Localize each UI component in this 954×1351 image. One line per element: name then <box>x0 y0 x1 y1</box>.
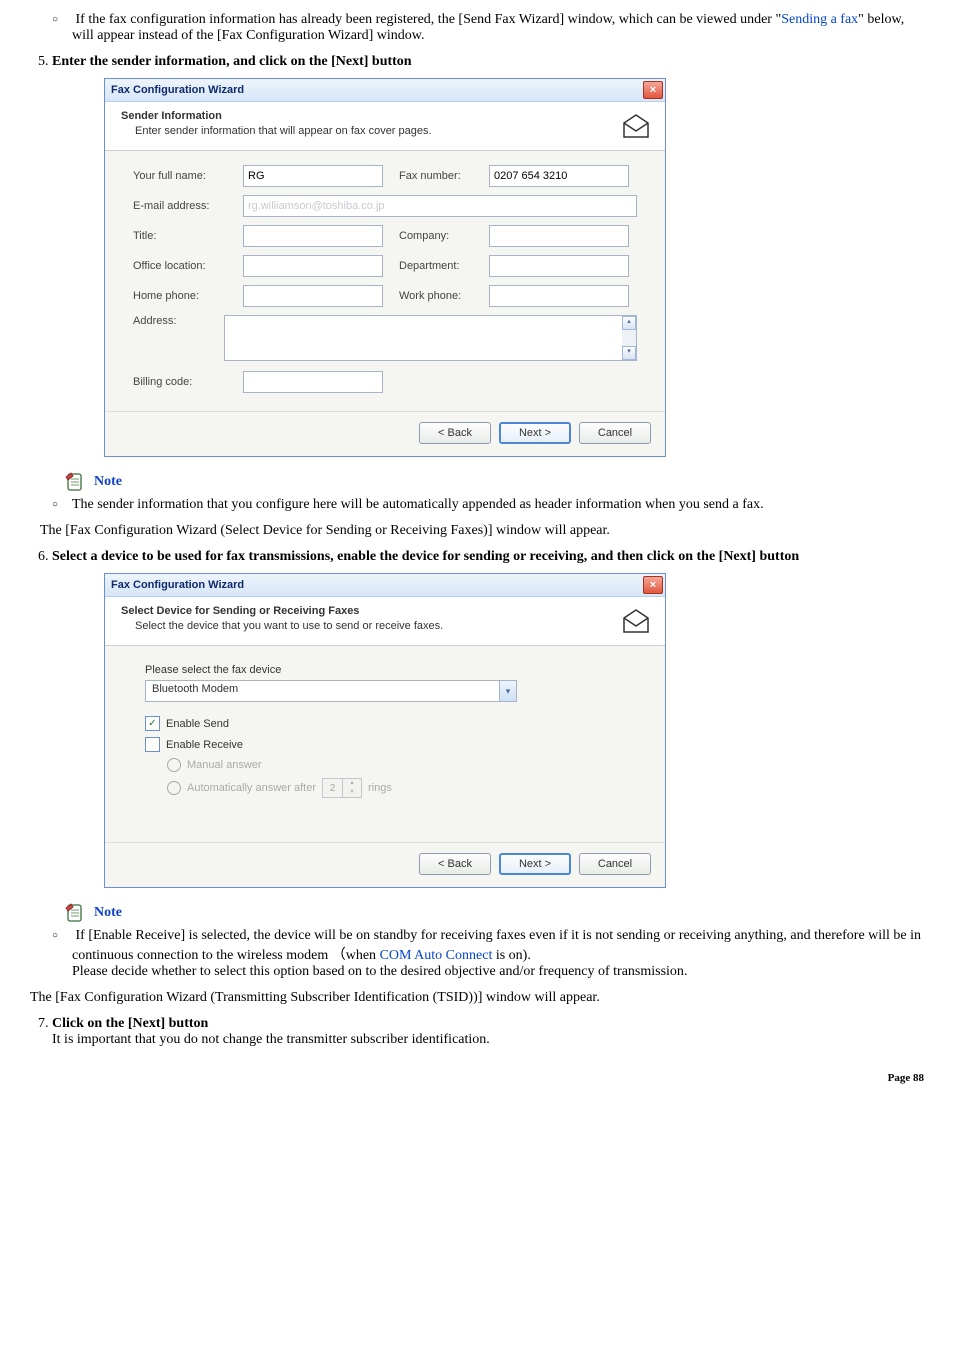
step-6-title: Select a device to be used for fax trans… <box>52 549 799 564</box>
window-title: Fax Configuration Wizard <box>111 84 244 96</box>
label-please-select: Please select the fax device <box>145 664 625 676</box>
scroll-down-icon[interactable]: ▾ <box>622 346 636 360</box>
scroll-up-icon[interactable]: ▴ <box>622 316 636 330</box>
homephone-field[interactable] <box>243 285 383 307</box>
faxnumber-field[interactable] <box>489 165 629 187</box>
note-label: Note <box>94 474 122 490</box>
label-email: E-mail address: <box>133 200 237 212</box>
step-7-title: Click on the [Next] button <box>52 1016 208 1031</box>
enable-send-label: Enable Send <box>166 718 229 730</box>
step-5: Enter the sender information, and click … <box>52 54 924 457</box>
com-auto-connect-link[interactable]: COM Auto Connect <box>380 948 493 963</box>
fax-wizard-select-device: Fax Configuration Wizard × Select Device… <box>104 573 666 888</box>
window-title: Fax Configuration Wizard <box>111 579 244 591</box>
wizard-header-title: Sender Information <box>121 110 432 122</box>
next-button[interactable]: Next > <box>499 422 571 444</box>
company-field[interactable] <box>489 225 629 247</box>
note-1-bullets: The sender information that you configur… <box>30 497 924 513</box>
workphone-field[interactable] <box>489 285 629 307</box>
fax-device-combo[interactable]: Bluetooth Modem ▾ <box>145 680 517 702</box>
next-button[interactable]: Next > <box>499 853 571 875</box>
cancel-button[interactable]: Cancel <box>579 853 651 875</box>
para-after-note-1: The [Fax Configuration Wizard (Select De… <box>40 523 924 539</box>
step-up-icon: ▴ <box>342 779 361 788</box>
fax-icon <box>619 605 653 639</box>
wizard-titlebar: Fax Configuration Wizard × <box>105 79 665 102</box>
email-field[interactable] <box>243 195 637 217</box>
wizard-footer: < Back Next > Cancel <box>105 842 665 887</box>
title-field[interactable] <box>243 225 383 247</box>
label-office: Office location: <box>133 260 237 272</box>
fax-wizard-sender-info: Fax Configuration Wizard × Sender Inform… <box>104 78 666 457</box>
auto-answer-label: Automatically answer after <box>187 782 316 794</box>
wizard-header-sub: Enter sender information that will appea… <box>121 125 432 137</box>
label-homephone: Home phone: <box>133 290 237 302</box>
note-label: Note <box>94 905 122 921</box>
wizard-header: Sender Information Enter sender informat… <box>105 102 665 151</box>
back-button[interactable]: < Back <box>419 422 491 444</box>
step-6: Select a device to be used for fax trans… <box>52 549 924 888</box>
label-address: Address: <box>133 315 218 327</box>
address-field[interactable]: ▴▾ <box>224 315 637 361</box>
rings-value: 2 <box>323 783 342 794</box>
label-department: Department: <box>389 260 483 272</box>
wizard-footer: < Back Next > Cancel <box>105 411 665 456</box>
manual-answer-radio <box>167 758 181 772</box>
label-title: Title: <box>133 230 237 242</box>
sending-a-fax-link[interactable]: Sending a fax <box>781 12 858 27</box>
note-icon <box>64 902 86 924</box>
wizard-body: Please select the fax device Bluetooth M… <box>105 646 665 842</box>
step-down-icon: ▾ <box>342 788 361 797</box>
step-5-title: Enter the sender information, and click … <box>52 54 412 69</box>
enable-send-checkbox[interactable]: ✓ <box>145 716 160 731</box>
billing-field[interactable] <box>243 371 383 393</box>
enable-receive-label: Enable Receive <box>166 739 243 751</box>
label-billing: Billing code: <box>133 376 237 388</box>
note-block-1: Note <box>64 471 924 493</box>
scrollbar[interactable]: ▴▾ <box>622 316 636 360</box>
note-icon <box>64 471 86 493</box>
wizard-titlebar: Fax Configuration Wizard × <box>105 574 665 597</box>
step-7-body: It is important that you do not change t… <box>52 1032 490 1047</box>
text: If the fax configuration information has… <box>76 12 782 27</box>
bullet-pre5: If the fax configuration information has… <box>72 12 924 44</box>
rings-stepper: 2 ▴▾ <box>322 778 362 798</box>
close-icon[interactable]: × <box>643 81 663 99</box>
note-1-text: The sender information that you configur… <box>72 497 924 513</box>
auto-answer-radio <box>167 781 181 795</box>
page-number: Page 88 <box>30 1072 924 1084</box>
note-2-text: If [Enable Receive] is selected, the dev… <box>72 928 924 980</box>
para-after-note-2: The [Fax Configuration Wizard (Transmitt… <box>30 990 924 1006</box>
label-fullname: Your full name: <box>133 170 237 182</box>
fax-icon <box>619 110 653 144</box>
fullname-field[interactable] <box>243 165 383 187</box>
chevron-down-icon[interactable]: ▾ <box>499 681 516 701</box>
close-icon[interactable]: × <box>643 576 663 594</box>
step-7: Click on the [Next] button It is importa… <box>52 1016 924 1048</box>
office-field[interactable] <box>243 255 383 277</box>
wizard-body: Your full name: Fax number: E-mail addre… <box>105 151 665 411</box>
wizard-header-title: Select Device for Sending or Receiving F… <box>121 605 443 617</box>
enable-receive-checkbox[interactable] <box>145 737 160 752</box>
note-2-bullets: If [Enable Receive] is selected, the dev… <box>30 928 924 980</box>
department-field[interactable] <box>489 255 629 277</box>
label-company: Company: <box>389 230 483 242</box>
bullet-list-pre5: If the fax configuration information has… <box>30 12 924 44</box>
wizard-header-sub: Select the device that you want to use t… <box>121 620 443 632</box>
rings-label: rings <box>368 782 392 794</box>
label-workphone: Work phone: <box>389 290 483 302</box>
back-button[interactable]: < Back <box>419 853 491 875</box>
label-faxnumber: Fax number: <box>389 170 483 182</box>
cancel-button[interactable]: Cancel <box>579 422 651 444</box>
wizard-header: Select Device for Sending or Receiving F… <box>105 597 665 646</box>
fax-device-value: Bluetooth Modem <box>146 681 499 701</box>
note-block-2: Note <box>64 902 924 924</box>
manual-answer-label: Manual answer <box>187 759 262 771</box>
